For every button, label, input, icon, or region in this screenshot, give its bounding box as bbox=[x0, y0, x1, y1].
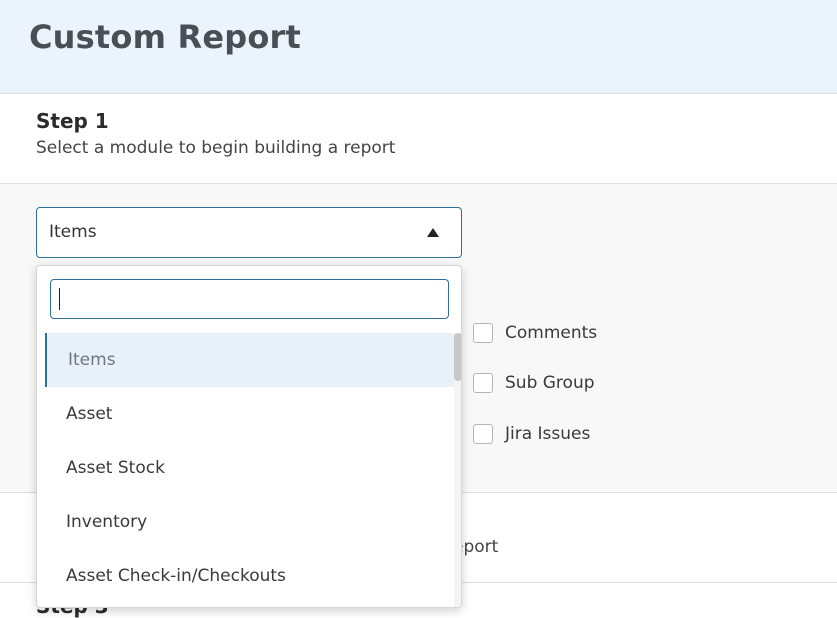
dropdown-option-items[interactable]: Items bbox=[45, 333, 454, 387]
checkbox-label: Comments bbox=[505, 323, 598, 343]
dropdown-option-asset-check-in-checkouts[interactable]: Asset Check-in/Checkouts bbox=[45, 549, 454, 603]
checkbox-jira-issues-row[interactable]: Jira Issues bbox=[473, 423, 590, 445]
caret-up-icon bbox=[427, 228, 439, 237]
checkbox-sub-group-row[interactable]: Sub Group bbox=[473, 372, 595, 394]
dropdown-option-asset[interactable]: Asset bbox=[45, 387, 454, 441]
checkbox-label: Sub Group bbox=[505, 373, 595, 393]
page-title: Custom Report bbox=[29, 18, 301, 56]
module-dropdown-panel: Items Asset Asset Stock Inventory Asset … bbox=[36, 265, 462, 608]
dropdown-scrollbar-thumb[interactable] bbox=[454, 333, 461, 381]
step-1-section: Step 1 Select a module to begin building… bbox=[0, 94, 837, 184]
module-select[interactable]: Items bbox=[36, 207, 462, 258]
checkbox-comments[interactable] bbox=[473, 323, 493, 343]
page-header: Custom Report bbox=[0, 0, 837, 94]
text-cursor bbox=[59, 288, 60, 310]
checkbox-comments-row[interactable]: Comments bbox=[473, 322, 597, 344]
checkbox-jira-issues[interactable] bbox=[473, 424, 493, 444]
dropdown-search-input[interactable] bbox=[50, 279, 449, 319]
step-1-title: Step 1 bbox=[36, 109, 109, 133]
dropdown-option-asset-stock[interactable]: Asset Stock bbox=[45, 441, 454, 495]
checkbox-label: Jira Issues bbox=[505, 424, 591, 444]
module-select-value: Items bbox=[49, 222, 97, 242]
checkbox-sub-group[interactable] bbox=[473, 373, 493, 393]
dropdown-option-inventory[interactable]: Inventory bbox=[45, 495, 454, 549]
dropdown-options-list: Items Asset Asset Stock Inventory Asset … bbox=[45, 333, 454, 607]
step-1-description: Select a module to begin building a repo… bbox=[36, 138, 396, 158]
